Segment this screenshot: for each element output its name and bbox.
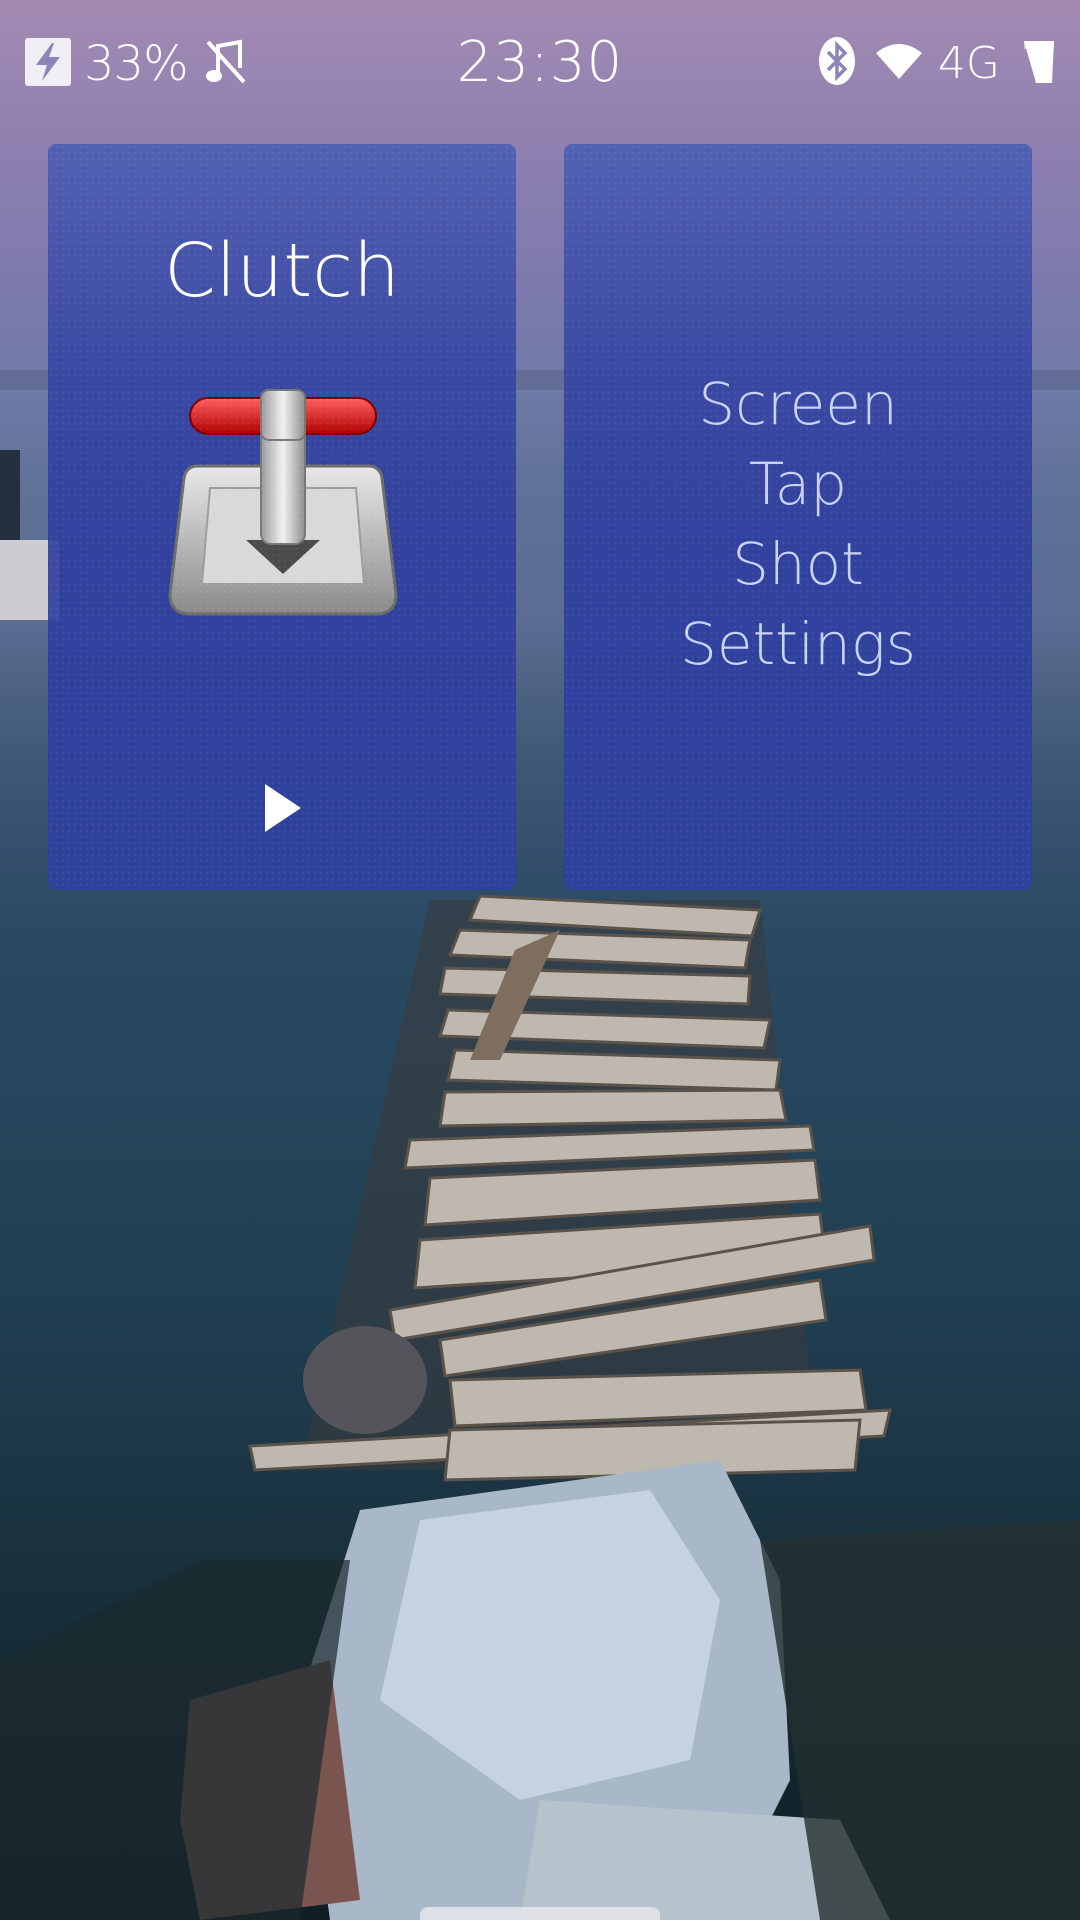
app-cover-screen-tap-shot[interactable]: Screen Tap Shot Settings [564,144,1032,890]
play-button[interactable] [260,780,306,836]
home-indicator[interactable] [420,1907,660,1920]
cover-text: Screen Tap Shot Settings [564,364,1032,684]
cover-title: Clutch [164,228,400,314]
app-cover-clutch[interactable]: Clutch [48,144,516,890]
status-bar: 33% 23:30 4G [0,0,1080,120]
joystick-icon [168,384,398,624]
wifi-icon [874,41,924,85]
network-type: 4G [937,37,1000,89]
cover-text-line-3: Shot [732,530,864,598]
cover-text-line-1: Screen [698,370,898,438]
cellular-signal-icon [1022,37,1056,89]
cover-text-line-2: Tap [748,450,848,518]
cover-text-line-4: Settings [680,610,916,678]
bluetooth-icon [818,36,856,90]
play-icon [265,784,301,832]
status-bar-right: 4G [818,36,1056,90]
